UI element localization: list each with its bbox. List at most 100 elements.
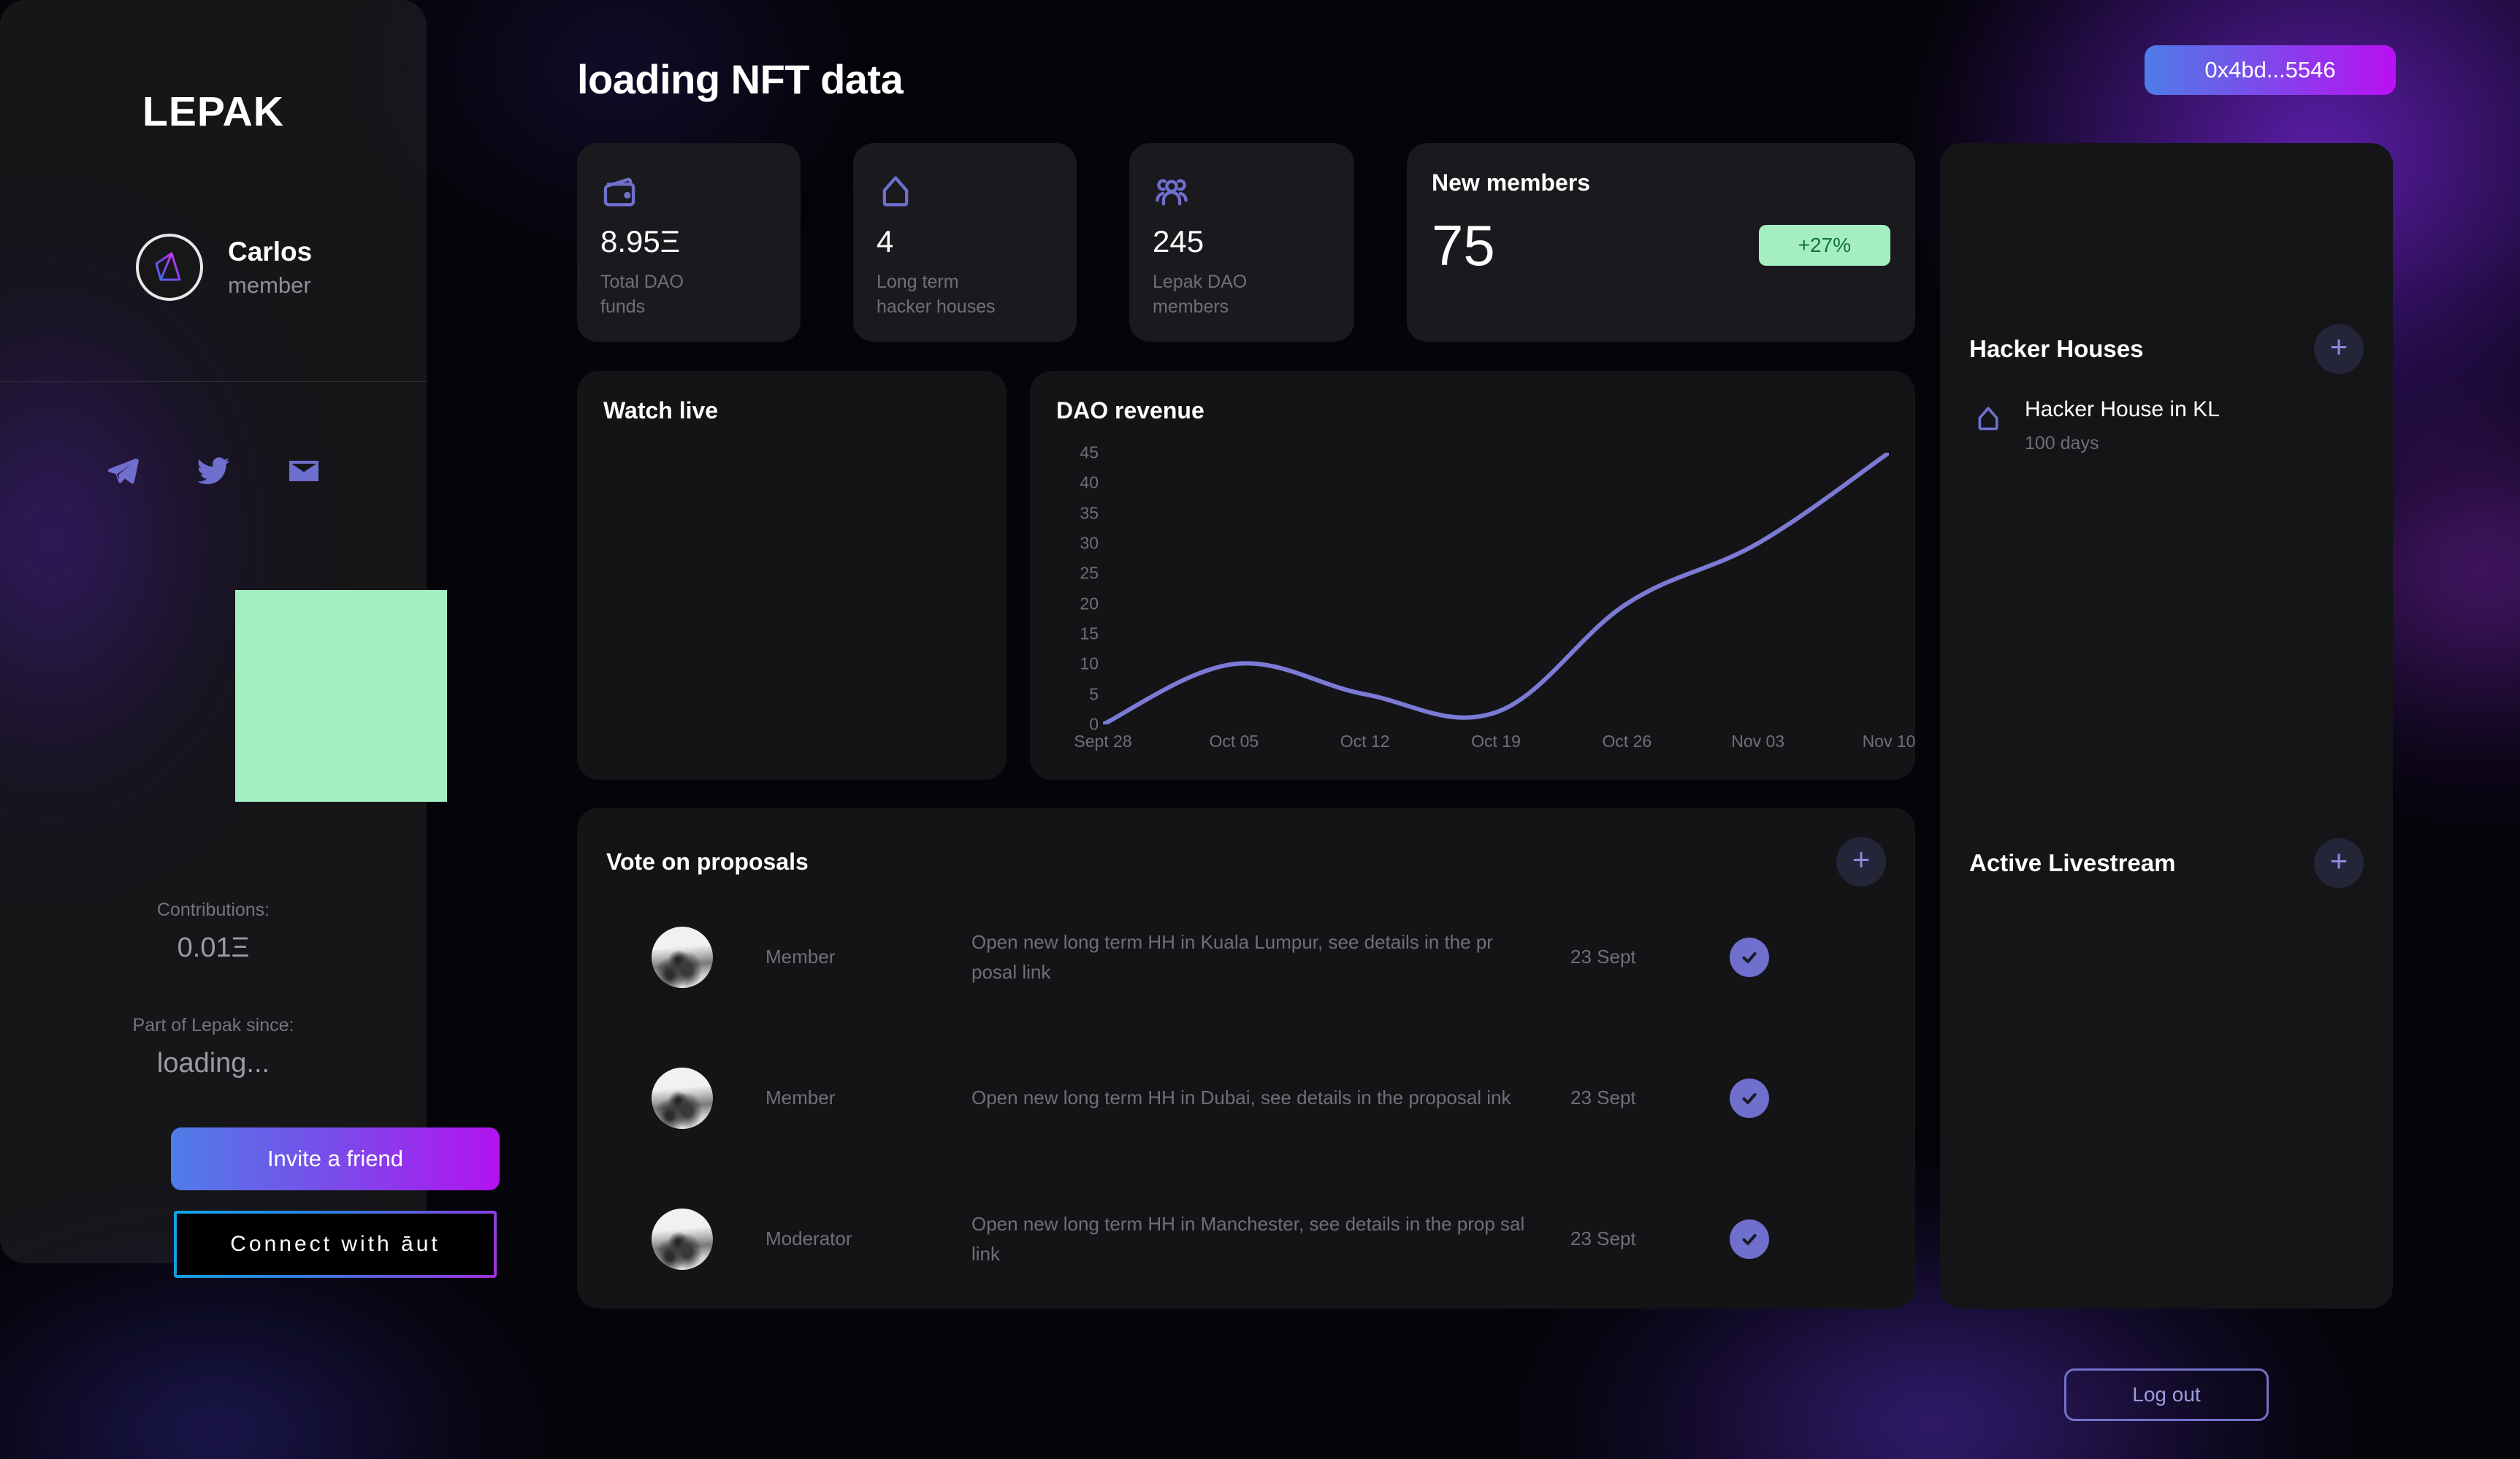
add-livestream-button[interactable]: +: [2314, 838, 2364, 888]
stat-label-line1: Total DAO: [600, 272, 684, 292]
proposal-row[interactable]: Member Open new long term HH in Kuala Lum…: [606, 886, 1886, 1027]
vote-on-proposals-card: Vote on proposals + Member Open new long …: [577, 808, 1915, 1309]
y-axis-tick: 45: [1080, 443, 1099, 462]
stat-card-dao-members[interactable]: 245 Lepak DAO members: [1129, 143, 1354, 342]
stat-label-line2: funds: [600, 296, 646, 317]
x-axis: Sept 28 Oct 05 Oct 12 Oct 19 Oct 26 Nov 03 Nov…: [1074, 729, 1915, 754]
active-livestream-title: Active Livestream: [1969, 849, 2176, 876]
members-icon: [1153, 169, 1331, 215]
x-axis-tick: Oct 26: [1602, 732, 1652, 751]
dao-revenue-card: DAO revenue 0 5 10 15 20 25 30 35 40 45 Sept 28 Oc…: [1030, 371, 1915, 780]
y-axis-tick: 10: [1080, 654, 1099, 673]
mail-icon[interactable]: [284, 451, 324, 491]
proposals-list: Member Open new long term HH in Kuala Lum…: [606, 886, 1886, 1309]
check-circle-icon[interactable]: [1730, 1219, 1769, 1259]
stat-label: Lepak DAO members: [1153, 270, 1331, 320]
x-axis-tick: Oct 05: [1209, 732, 1259, 751]
y-axis-tick: 30: [1080, 533, 1099, 553]
y-axis-tick: 25: [1080, 563, 1099, 583]
revenue-line-path: [1103, 453, 1889, 724]
profile-role: member: [228, 272, 311, 298]
membership-since-label: Part of Lepak since:: [132, 1015, 294, 1035]
wallet-address-badge[interactable]: 0x4bd...5546: [2145, 45, 2396, 95]
hacker-house-list-item[interactable]: Hacker House in KL 100 days: [1969, 397, 2220, 453]
y-axis-tick: 15: [1080, 624, 1099, 643]
dao-revenue-title: DAO revenue: [1056, 397, 1204, 424]
telegram-icon[interactable]: [103, 451, 142, 491]
stat-label: Total DAO funds: [600, 270, 777, 320]
proposal-row[interactable]: Member Open new long term HH in Dubai, se…: [606, 1027, 1886, 1168]
hacker-house-name: Hacker House in KL: [2025, 397, 2220, 421]
stat-value: 4: [877, 224, 894, 259]
x-axis-tick: Nov 10: [1862, 732, 1916, 751]
x-axis-tick: Sept 28: [1074, 732, 1132, 751]
proposals-header: Vote on proposals +: [606, 837, 1886, 886]
proposal-text: Open new long term HH in Manchester, see…: [971, 1213, 1525, 1265]
stat-label-line1: Lepak DAO: [1153, 272, 1248, 292]
proposal-avatar: [652, 1067, 713, 1129]
divider: [0, 381, 427, 382]
profile-name: Carlos: [228, 237, 313, 267]
stat-label-line2: members: [1153, 296, 1229, 317]
new-members-row: 75 +27%: [1432, 217, 1890, 274]
wallet-icon: [600, 169, 777, 215]
proposal-date: 23 Sept: [1570, 1087, 1636, 1108]
connect-with-aut-button[interactable]: Connect with āut: [174, 1211, 497, 1278]
x-axis-tick: Oct 12: [1340, 732, 1390, 751]
stat-card-total-dao-funds[interactable]: 8.95Ξ Total DAO funds: [577, 143, 801, 342]
stat-label: Long term hacker houses: [877, 270, 1053, 320]
page-title: loading NFT data: [577, 56, 904, 102]
proposal-date: 23 Sept: [1570, 1228, 1636, 1249]
new-members-delta-badge: +27%: [1758, 225, 1890, 266]
check-circle-icon[interactable]: [1730, 937, 1769, 977]
house-icon: [877, 169, 1053, 215]
new-members-title: New members: [1432, 169, 1590, 196]
active-livestream-header: Active Livestream +: [1969, 838, 2364, 888]
proposal-date: 23 Sept: [1570, 946, 1636, 968]
proposal-text: Open new long term HH in Kuala Lumpur, s…: [971, 931, 1493, 983]
chart-plot-area: [1103, 453, 1889, 724]
profile-summary[interactable]: Carlos member: [136, 234, 312, 301]
membership-since-block: Part of Lepak since: loading...: [0, 1012, 427, 1084]
hacker-houses-title: Hacker Houses: [1969, 335, 2144, 362]
contributions-block: Contributions: 0.01Ξ: [0, 897, 427, 969]
stat-label-line2: hacker houses: [877, 296, 996, 317]
stat-card-hacker-houses[interactable]: 4 Long term hacker houses: [853, 143, 1077, 342]
twitter-icon[interactable]: [194, 451, 233, 491]
profile-text: Carlos member: [228, 238, 312, 296]
x-axis-tick: Oct 19: [1471, 732, 1521, 751]
proposal-role: Member: [765, 1087, 836, 1108]
y-axis-tick: 20: [1080, 594, 1099, 613]
add-hacker-house-button[interactable]: +: [2314, 324, 2364, 374]
house-icon: [1969, 400, 2007, 438]
proposal-row[interactable]: Moderator Open new long term HH in Manche…: [606, 1168, 1886, 1309]
revenue-chart: 0 5 10 15 20 25 30 35 40 45 Sept 28 Oct 05 Oct 12 Oc…: [1056, 443, 1915, 754]
brand-logo-text: LEPAK: [142, 88, 284, 135]
proposal-text: Open new long term HH in Dubai, see deta…: [971, 1087, 1511, 1109]
social-links: [0, 451, 427, 491]
hacker-houses-header: Hacker Houses +: [1969, 324, 2364, 374]
avatar[interactable]: [136, 234, 203, 301]
proposals-title: Vote on proposals: [606, 848, 809, 875]
new-members-card: New members 75 +27%: [1407, 143, 1915, 342]
right-panel: Hacker Houses + Hacker House in KL 100 d…: [1940, 143, 2393, 1421]
lepak-logo-icon: [155, 252, 181, 281]
stat-value: 8.95Ξ: [600, 224, 681, 259]
add-proposal-button[interactable]: +: [1836, 837, 1886, 886]
y-axis-tick: 40: [1080, 472, 1099, 492]
logout-button[interactable]: Log out: [2064, 1368, 2269, 1421]
dashboard-root: LEPAK Carlos member Contributions: 0.01Ξ…: [0, 0, 2520, 1459]
contributions-label: Contributions:: [156, 900, 270, 920]
contributions-value: 0.01Ξ: [177, 932, 250, 963]
stat-value: 245: [1153, 224, 1204, 259]
check-circle-icon[interactable]: [1730, 1078, 1769, 1118]
invite-a-friend-button[interactable]: Invite a friend: [171, 1127, 500, 1190]
proposal-role: Member: [765, 946, 836, 968]
decorative-blob: [235, 590, 447, 802]
hacker-house-duration: 100 days: [2025, 433, 2099, 453]
x-axis-tick: Nov 03: [1731, 732, 1785, 751]
stat-label-line1: Long term: [877, 272, 959, 292]
membership-since-value: loading...: [156, 1047, 270, 1079]
y-axis-tick: 35: [1080, 503, 1099, 523]
proposal-avatar: [652, 926, 713, 988]
